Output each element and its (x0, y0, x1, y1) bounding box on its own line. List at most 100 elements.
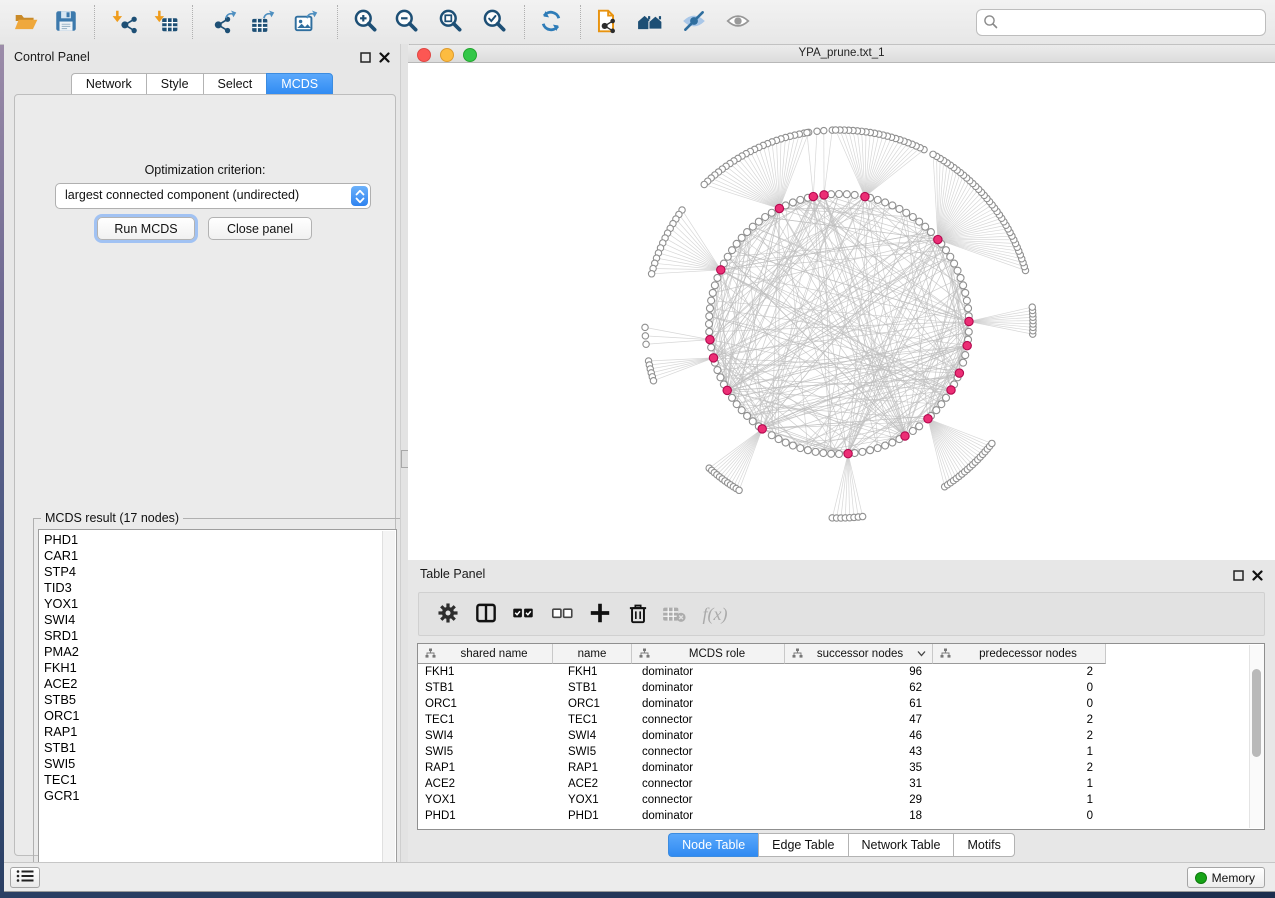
column-header-predecessor-nodes[interactable]: predecessor nodes (933, 644, 1106, 664)
dominator-node[interactable] (809, 192, 817, 200)
node[interactable] (843, 191, 850, 198)
node[interactable] (874, 445, 881, 452)
leaf-node[interactable] (736, 487, 742, 493)
tab-motifs[interactable]: Motifs (953, 833, 1014, 857)
node[interactable] (874, 196, 881, 203)
columns-button[interactable] (471, 600, 501, 628)
table-row[interactable]: SWI4SWI4dominator462 (418, 728, 1250, 744)
node[interactable] (889, 202, 896, 209)
table-row[interactable]: STB1STB1dominator620 (418, 680, 1250, 696)
table-row[interactable]: RAP1RAP1dominator352 (418, 760, 1250, 776)
search-input[interactable] (1003, 12, 1257, 33)
zoom-out-button[interactable] (392, 8, 422, 36)
delete-column-button[interactable] (623, 600, 653, 628)
tab-network[interactable]: Network (71, 73, 146, 96)
node[interactable] (708, 297, 715, 304)
node[interactable] (714, 274, 721, 281)
node[interactable] (927, 229, 934, 236)
node[interactable] (812, 448, 819, 455)
network-canvas[interactable] (408, 63, 1275, 560)
mcds-result-item[interactable]: SRD1 (39, 628, 396, 644)
node[interactable] (947, 253, 954, 260)
import-table-button[interactable] (151, 8, 181, 36)
node[interactable] (836, 451, 843, 458)
mcds-result-item[interactable]: CAR1 (39, 548, 396, 564)
criterion-select[interactable]: largest connected component (undirected) (55, 183, 371, 209)
node[interactable] (903, 209, 910, 216)
dominator-node[interactable] (844, 449, 852, 457)
table-row[interactable]: ORC1ORC1dominator610 (418, 696, 1250, 712)
dominator-node[interactable] (901, 432, 909, 440)
dominator-node[interactable] (955, 369, 963, 377)
add-column-button[interactable] (585, 600, 615, 628)
node[interactable] (709, 289, 716, 296)
zoom-in-button[interactable] (351, 8, 381, 36)
leaf-node[interactable] (814, 128, 820, 134)
node[interactable] (960, 282, 967, 289)
node[interactable] (804, 447, 811, 454)
settings-button[interactable] (433, 600, 463, 628)
leaf-node[interactable] (643, 341, 649, 347)
leaf-node[interactable] (1029, 304, 1035, 310)
node[interactable] (717, 374, 724, 381)
table-row[interactable]: ACE2ACE2connector311 (418, 776, 1250, 792)
mcds-result-item[interactable]: STP4 (39, 564, 396, 580)
leaf-node[interactable] (642, 324, 648, 330)
node[interactable] (782, 439, 789, 446)
table-row[interactable]: FKH1FKH1dominator962 (418, 664, 1250, 680)
node[interactable] (738, 234, 745, 241)
table-scrollbar[interactable] (1249, 645, 1264, 828)
node[interactable] (820, 450, 827, 457)
node[interactable] (909, 427, 916, 434)
tab-node-table[interactable]: Node Table (668, 833, 758, 857)
select-all-button[interactable] (508, 600, 538, 628)
table-scrollbar-thumb[interactable] (1252, 669, 1261, 757)
leaf-node[interactable] (804, 129, 810, 135)
node[interactable] (729, 394, 736, 401)
deselect-all-button[interactable] (547, 600, 577, 628)
node[interactable] (724, 253, 731, 260)
node[interactable] (768, 209, 775, 216)
node[interactable] (867, 447, 874, 454)
tab-edge-table[interactable]: Edge Table (758, 833, 847, 857)
mcds-result-item[interactable]: SWI4 (39, 612, 396, 628)
mcds-result-item[interactable]: GCR1 (39, 788, 396, 804)
node[interactable] (954, 267, 961, 274)
table-row[interactable]: YOX1YOX1connector291 (418, 792, 1250, 808)
share-document-button[interactable] (591, 8, 621, 36)
close-window-icon[interactable] (417, 48, 431, 62)
tab-network-table[interactable]: Network Table (848, 833, 954, 857)
table-row[interactable]: SWI5SWI5connector431 (418, 744, 1250, 760)
mcds-result-list[interactable]: PHD1CAR1STP4TID3YOX1SWI4SRD1PMA2FKH1ACE2… (38, 529, 397, 882)
mcds-result-item[interactable]: PHD1 (39, 530, 396, 548)
node[interactable] (965, 305, 972, 312)
node[interactable] (909, 214, 916, 221)
memory-button[interactable]: Memory (1187, 867, 1265, 888)
node[interactable] (789, 442, 796, 449)
leaf-node[interactable] (648, 271, 654, 277)
import-network-button[interactable] (109, 8, 139, 36)
mcds-result-item[interactable]: STB5 (39, 692, 396, 708)
mcds-result-item[interactable]: TID3 (39, 580, 396, 596)
node[interactable] (889, 439, 896, 446)
zoom-fit-button[interactable] (436, 8, 466, 36)
node[interactable] (859, 448, 866, 455)
zoom-window-icon[interactable] (463, 48, 477, 62)
node[interactable] (733, 401, 740, 408)
node[interactable] (882, 442, 889, 449)
dominator-node[interactable] (934, 235, 942, 243)
node[interactable] (896, 205, 903, 212)
open-button[interactable] (11, 8, 41, 36)
node[interactable] (706, 328, 713, 335)
mcds-result-item[interactable]: FKH1 (39, 660, 396, 676)
node[interactable] (797, 445, 804, 452)
node[interactable] (711, 282, 718, 289)
node[interactable] (768, 432, 775, 439)
node[interactable] (749, 223, 756, 230)
tab-select[interactable]: Select (203, 73, 267, 96)
dominator-node[interactable] (706, 335, 714, 343)
node[interactable] (708, 344, 715, 351)
dominator-node[interactable] (820, 191, 828, 199)
leaf-node[interactable] (821, 127, 827, 133)
node[interactable] (922, 223, 929, 230)
